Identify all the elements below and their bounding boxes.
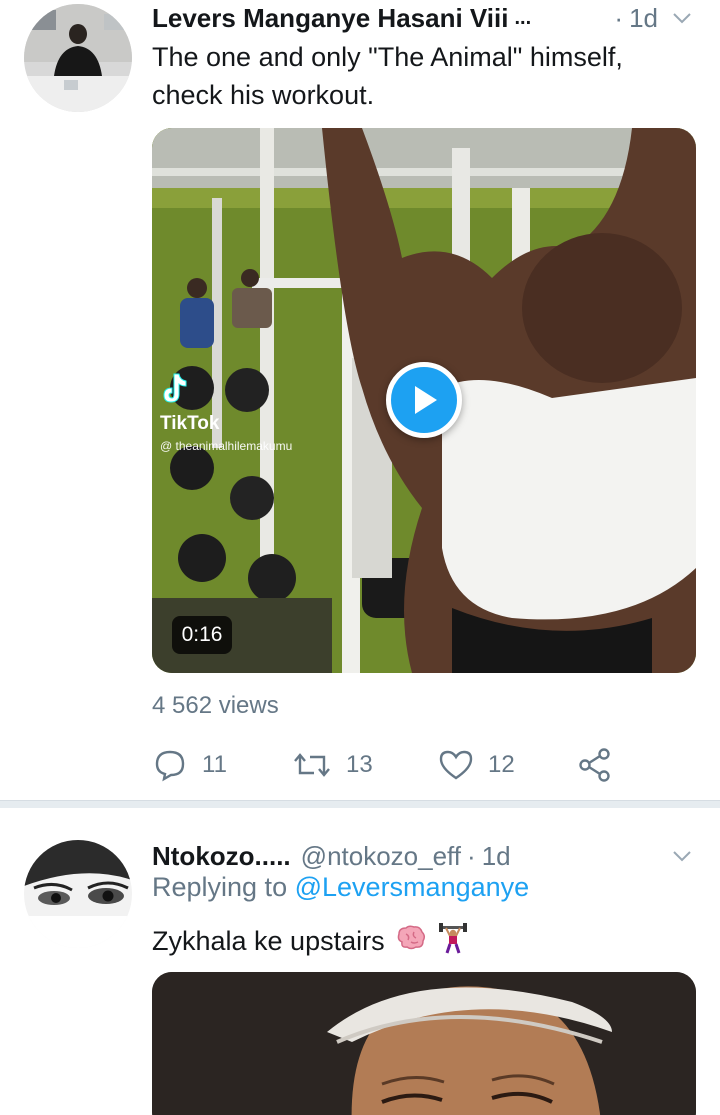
timestamp[interactable]: 1d: [629, 3, 658, 34]
replying-handle-link[interactable]: @Leversmanganye: [295, 872, 530, 902]
reply-icon: [155, 750, 185, 782]
share-icon: [579, 748, 610, 782]
avatar-photo: [24, 4, 132, 112]
tiktok-label: TikTok: [160, 413, 220, 434]
tiktok-watermark: TikTok @ theanimalhilemakumu: [160, 372, 292, 453]
view-count: 4 562 views: [152, 692, 279, 719]
weightlifter-emoji-icon: [438, 922, 468, 964]
timestamp[interactable]: 1d: [482, 841, 511, 872]
tweet-image[interactable]: [152, 972, 696, 1115]
tiktok-username: @ theanimalhilemakumu: [160, 439, 293, 453]
like-button[interactable]: 12: [438, 745, 515, 785]
chevron-down-icon[interactable]: [668, 4, 696, 32]
avatar[interactable]: [24, 4, 132, 112]
retweet-count: 13: [346, 751, 373, 778]
brain-emoji-icon: [396, 924, 426, 962]
reply-button[interactable]: 11: [152, 745, 227, 785]
replying-prefix: Replying to: [152, 872, 288, 902]
tiktok-logo-icon: [163, 373, 187, 403]
author-name[interactable]: Ntokozo.....: [152, 841, 291, 872]
tweet-actions: 11 13 12: [152, 745, 622, 785]
author-name[interactable]: Levers Manganye Hasani Viii: [152, 3, 508, 34]
tweet-header: Ntokozo..... @ntokozo_eff · 1d: [152, 838, 696, 874]
tweet-text: Zykhala ke upstairs: [152, 922, 696, 964]
like-icon: [439, 750, 473, 780]
tweet-text-content: Zykhala ke upstairs: [152, 926, 385, 957]
avatar-photo: [24, 840, 132, 948]
reply-count: 11: [202, 751, 227, 778]
share-button[interactable]: [578, 745, 612, 785]
separator-dot: ·: [467, 840, 476, 871]
play-button[interactable]: [386, 362, 462, 438]
chevron-down-icon[interactable]: [668, 842, 696, 870]
play-icon: [415, 386, 437, 414]
retweet-button[interactable]: 13: [292, 745, 373, 785]
name-ellipsis: ...: [514, 6, 532, 29]
like-count: 12: [488, 751, 515, 778]
tweet[interactable]: Levers Manganye Hasani Viii ... · 1d The…: [0, 0, 720, 800]
retweet-icon: [294, 753, 330, 777]
tweet-separator: [0, 800, 720, 808]
author-handle[interactable]: @ntokozo_eff: [301, 841, 461, 872]
replying-to: Replying to @Leversmanganye: [152, 872, 529, 903]
image-photo: [152, 972, 696, 1115]
video-duration: 0:16: [172, 616, 232, 654]
avatar[interactable]: [24, 840, 132, 948]
tweet-text: The one and only "The Animal" himself, c…: [152, 42, 623, 110]
separator-dot: ·: [614, 2, 624, 33]
tweet-header: Levers Manganye Hasani Viii ... · 1d: [152, 0, 696, 36]
